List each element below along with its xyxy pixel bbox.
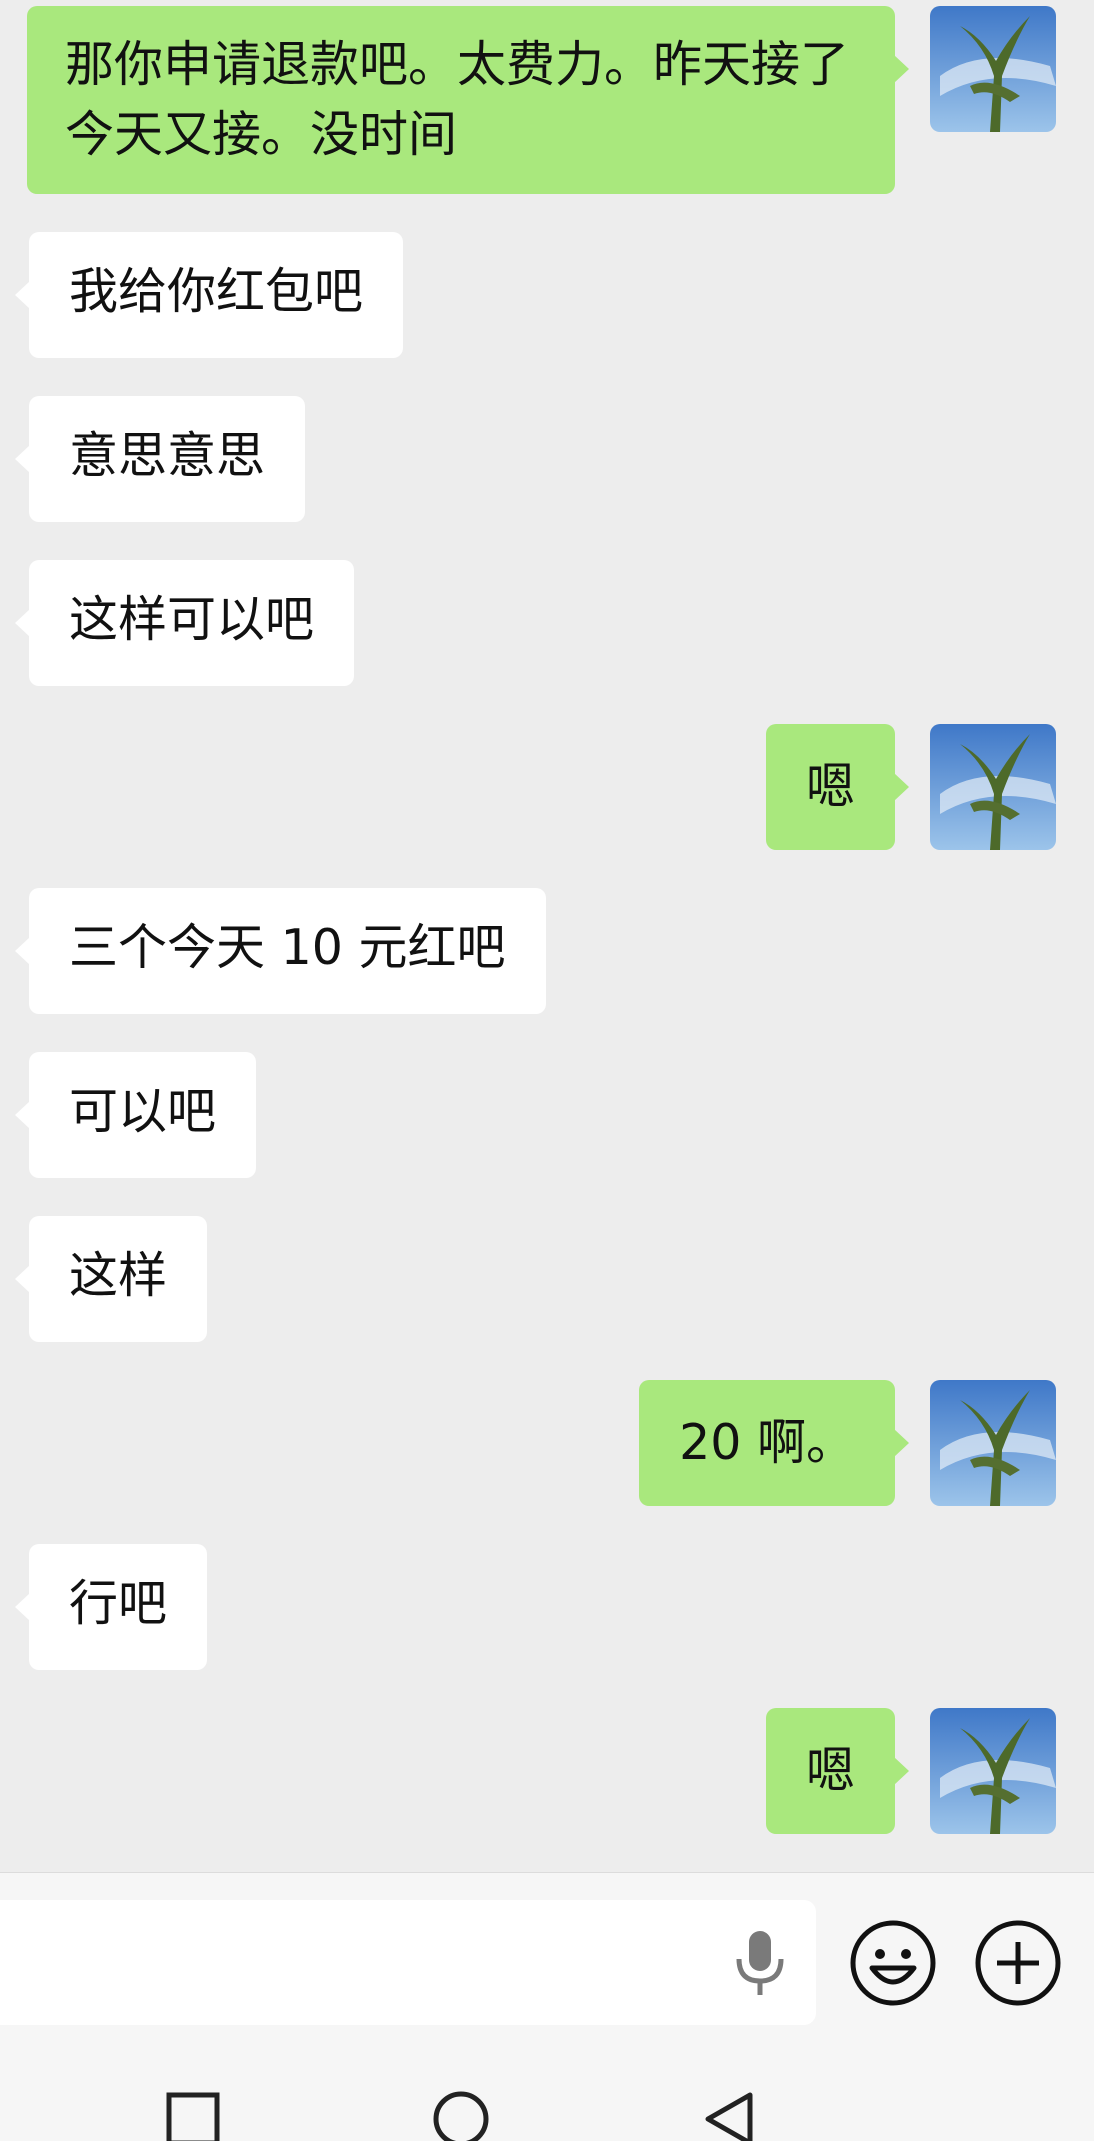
plus-icon[interactable] <box>975 1920 1061 2006</box>
incoming-message-bubble[interactable]: 我给你红包吧 <box>14 232 404 358</box>
home-circle-icon[interactable] <box>431 2089 491 2141</box>
microphone-icon[interactable] <box>733 1929 787 1997</box>
emoji-icon[interactable] <box>850 1920 936 2006</box>
message-text: 20 啊。 <box>679 1414 855 1471</box>
message-text: 嗯 <box>805 758 855 815</box>
message-input[interactable] <box>0 1900 816 2025</box>
incoming-message-bubble[interactable]: 这样可以吧 <box>14 560 355 686</box>
back-triangle-icon[interactable] <box>700 2089 760 2141</box>
message-text: 嗯 <box>805 1742 855 1799</box>
message-text: 这样可以吧 <box>69 591 315 648</box>
avatar-image <box>930 6 1056 132</box>
incoming-message-bubble[interactable]: 这样 <box>14 1216 208 1342</box>
recents-square-icon[interactable] <box>163 2089 223 2141</box>
outgoing-message-bubble[interactable]: 20 啊。 <box>639 1380 909 1506</box>
message-list[interactable]: 那你申请退款吧。太费力。昨天接了今天又接。没时间 我给你红包吧 意思意思 这样可… <box>0 0 1094 1872</box>
chat-screen: 那你申请退款吧。太费力。昨天接了今天又接。没时间 我给你红包吧 意思意思 这样可… <box>0 0 1094 2141</box>
outgoing-message-bubble[interactable]: 那你申请退款吧。太费力。昨天接了今天又接。没时间 <box>27 6 909 194</box>
my-avatar[interactable] <box>930 1380 1056 1506</box>
incoming-message-bubble[interactable]: 三个今天 10 元红吧 <box>15 888 546 1014</box>
outgoing-message-bubble[interactable]: 嗯 <box>765 724 910 850</box>
message-text: 这样 <box>69 1247 168 1304</box>
message-text: 那你申请退款吧。太费力。昨天接了今天又接。没时间 <box>65 36 850 163</box>
message-text: 三个今天 10 元红吧 <box>69 919 506 976</box>
incoming-message-bubble[interactable]: 行吧 <box>14 1544 208 1670</box>
avatar-image <box>930 1380 1056 1506</box>
outgoing-message-bubble[interactable]: 嗯 <box>765 1708 910 1834</box>
message-input-bar <box>0 1872 1094 2028</box>
avatar-image <box>930 1708 1056 1834</box>
my-avatar[interactable] <box>930 724 1056 850</box>
incoming-message-bubble[interactable]: 可以吧 <box>14 1052 257 1178</box>
message-text: 行吧 <box>69 1575 168 1632</box>
system-navigation-bar <box>0 2027 1094 2141</box>
my-avatar[interactable] <box>930 1708 1056 1834</box>
incoming-message-bubble[interactable]: 意思意思 <box>14 396 306 522</box>
message-text: 我给你红包吧 <box>69 263 364 320</box>
avatar-image <box>930 724 1056 850</box>
my-avatar[interactable] <box>930 6 1056 132</box>
message-text: 意思意思 <box>69 427 266 484</box>
message-text: 可以吧 <box>69 1083 217 1140</box>
